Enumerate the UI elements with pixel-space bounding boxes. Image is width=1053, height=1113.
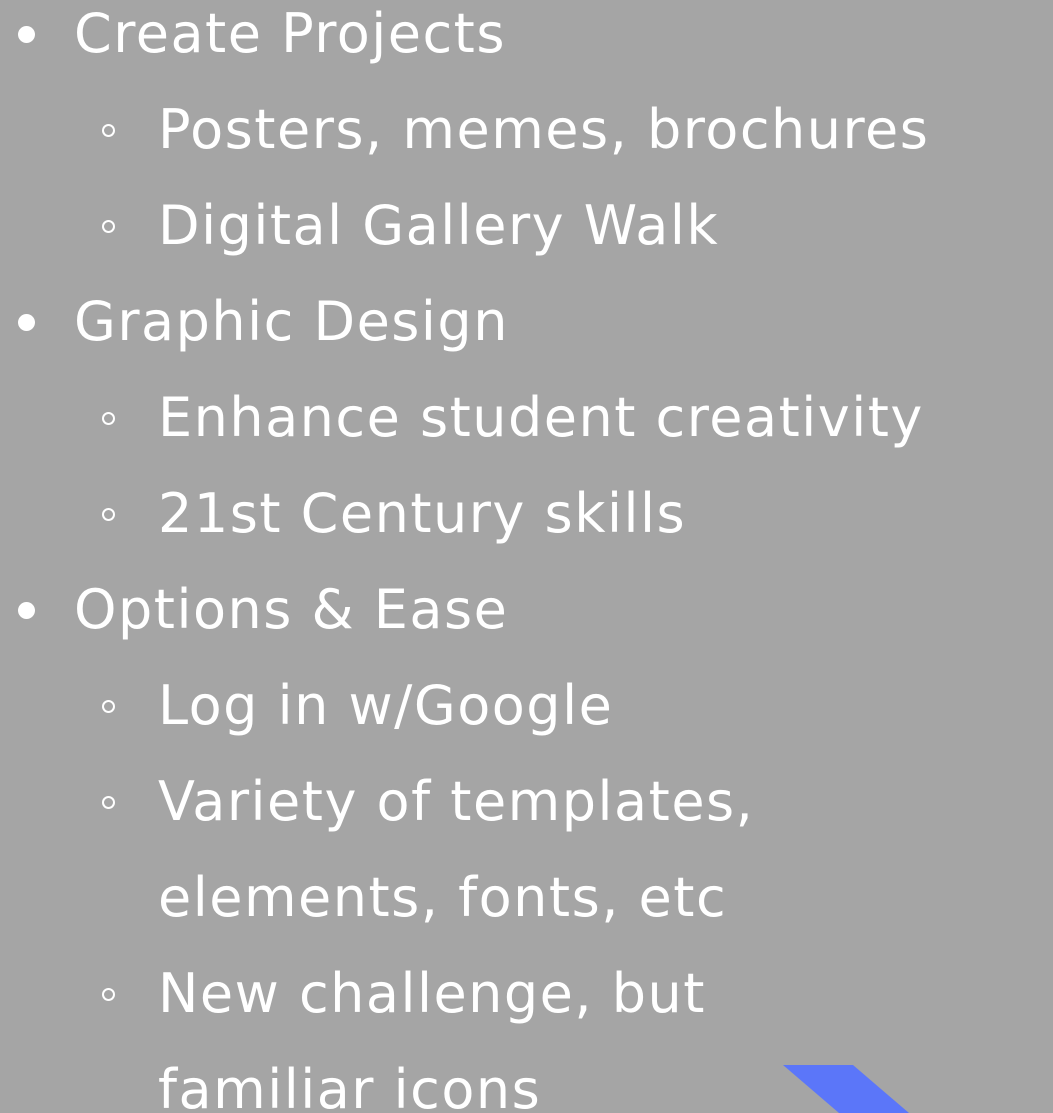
subitem-enhance-creativity: Enhance student creativity bbox=[158, 386, 924, 449]
bullet-ring-icon bbox=[102, 508, 115, 521]
subitem-posters-memes-brochures: Posters, memes, brochures bbox=[158, 98, 930, 161]
bullet-dot-icon bbox=[18, 314, 35, 331]
bullet-ring-icon bbox=[102, 988, 115, 1001]
list-item-graphic-design: Graphic Design bbox=[74, 290, 509, 353]
list-item-create-projects: Create Projects bbox=[74, 2, 506, 65]
bullet-ring-icon bbox=[102, 700, 115, 713]
subitem-new-challenge-continued: familiar icons bbox=[158, 1058, 542, 1113]
bullet-ring-icon bbox=[102, 220, 115, 233]
bullet-dot-icon bbox=[18, 602, 35, 619]
subitem-variety-templates-continued: elements, fonts, etc bbox=[158, 866, 728, 929]
subitem-variety-templates: Variety of templates, bbox=[158, 770, 755, 833]
bullet-dot-icon bbox=[18, 26, 35, 43]
subitem-21st-century-skills: 21st Century skills bbox=[158, 482, 687, 545]
slide: Create Projects Posters, memes, brochure… bbox=[0, 0, 1053, 1113]
list-item-options-ease: Options & Ease bbox=[74, 578, 509, 641]
bullet-ring-icon bbox=[102, 412, 115, 425]
bullet-ring-icon bbox=[102, 796, 115, 809]
subitem-digital-gallery-walk: Digital Gallery Walk bbox=[158, 194, 720, 257]
subitem-new-challenge: New challenge, but bbox=[158, 962, 706, 1025]
bullet-ring-icon bbox=[102, 124, 115, 137]
subitem-log-in-google: Log in w/Google bbox=[158, 674, 614, 737]
accent-parallelogram-shape bbox=[783, 1065, 923, 1113]
